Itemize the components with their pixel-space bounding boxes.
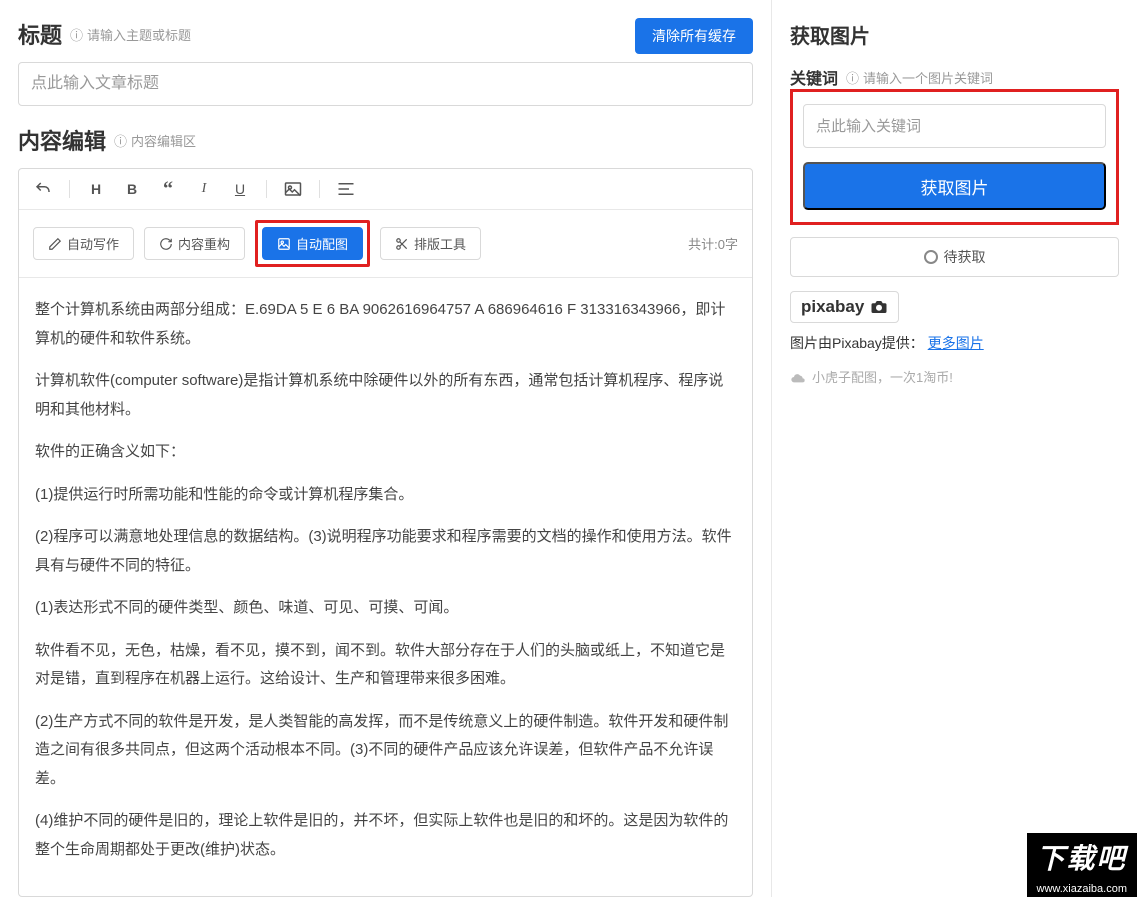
content-paragraph: (2)生产方式不同的软件是开发，是人类智能的高发挥，而不是传统意义上的硬件制造。…	[35, 708, 736, 794]
auto-write-label: 自动写作	[67, 234, 119, 253]
keyword-highlight-panel: 获取图片	[790, 89, 1119, 225]
editor-box: H B “ I U	[18, 168, 753, 897]
underline-icon[interactable]: U	[230, 179, 250, 199]
picture-icon	[277, 237, 291, 251]
more-images-link[interactable]: 更多图片	[928, 335, 984, 351]
watermark-text: 下载吧	[1027, 833, 1137, 881]
title-section-label: 标题	[18, 18, 62, 50]
content-paragraph: (1)表达形式不同的硬件类型、颜色、味道、可见、可摸、可闻。	[35, 594, 736, 623]
keyword-hint: 请输入一个图片关键词	[846, 68, 993, 87]
credit-prefix: 图片由Pixabay提供：	[790, 335, 924, 351]
tip-line: 小虎子配图，一次1淘币!	[790, 367, 1119, 386]
action-toolbar: 自动写作 内容重构 自动配图	[19, 210, 752, 278]
watermark: 下载吧 www.xiazaiba.com	[1027, 833, 1137, 897]
sidebar-panel: 获取图片 关键词 请输入一个图片关键词 获取图片 待获取 pixabay 图片由…	[772, 0, 1137, 897]
auto-image-highlight: 自动配图	[255, 220, 370, 267]
image-credit: 图片由Pixabay提供： 更多图片	[790, 333, 1119, 353]
content-paragraph: 计算机软件(computer software)是指计算机系统中除硬件以外的所有…	[35, 367, 736, 424]
auto-write-button[interactable]: 自动写作	[33, 227, 134, 260]
scissors-icon	[395, 237, 409, 251]
watermark-url: www.xiazaiba.com	[1027, 881, 1137, 897]
bold-icon[interactable]: B	[122, 179, 142, 199]
pencil-icon	[48, 237, 62, 251]
cloud-icon	[790, 371, 806, 383]
auto-image-button[interactable]: 自动配图	[262, 227, 363, 260]
refresh-icon	[159, 237, 173, 251]
quote-icon[interactable]: “	[158, 179, 178, 199]
layout-tool-button[interactable]: 排版工具	[380, 227, 481, 260]
title-section-hint: 请输入主题或标题	[70, 25, 191, 44]
editor-content[interactable]: 整个计算机系统由两部分组成：E.69DA 5 E 6 BA 9062616964…	[19, 278, 752, 896]
main-panel: 标题 请输入主题或标题 清除所有缓存 内容编辑 内容编辑区 H B “ I U	[0, 0, 772, 897]
article-title-input[interactable]	[18, 62, 753, 106]
fetch-image-button[interactable]: 获取图片	[803, 162, 1106, 210]
fetch-image-title: 获取图片	[790, 20, 1119, 49]
status-label: 待获取	[944, 247, 986, 267]
undo-icon[interactable]	[33, 179, 53, 199]
auto-image-label: 自动配图	[296, 234, 348, 253]
heading-icon[interactable]: H	[86, 179, 106, 199]
status-circle-icon	[924, 250, 938, 264]
content-paragraph: 整个计算机系统由两部分组成：E.69DA 5 E 6 BA 9062616964…	[35, 296, 736, 353]
editor-section-label: 内容编辑	[18, 124, 106, 156]
editor-section-hint: 内容编辑区	[114, 131, 196, 150]
content-paragraph: 软件看不见，无色，枯燥，看不见，摸不到，闻不到。软件大部分存在于人们的头脑或纸上…	[35, 637, 736, 694]
content-paragraph: 软件的正确含义如下：	[35, 438, 736, 467]
fetch-status[interactable]: 待获取	[790, 237, 1119, 277]
image-icon[interactable]	[283, 179, 303, 199]
keyword-input[interactable]	[803, 104, 1106, 148]
clear-cache-button[interactable]: 清除所有缓存	[635, 18, 753, 54]
content-restructure-button[interactable]: 内容重构	[144, 227, 245, 260]
format-toolbar: H B “ I U	[19, 169, 752, 210]
keyword-label: 关键词	[790, 65, 838, 89]
content-paragraph: (4)维护不同的硬件是旧的，理论上软件是旧的，并不坏，但实际上软件也是旧的和坏的…	[35, 807, 736, 864]
camera-icon	[870, 300, 888, 314]
word-count: 共计:0字	[688, 234, 738, 253]
align-icon[interactable]	[336, 179, 356, 199]
pixabay-label: pixabay	[801, 297, 864, 317]
content-paragraph: (1)提供运行时所需功能和性能的命令或计算机程序集合。	[35, 481, 736, 510]
italic-icon[interactable]: I	[194, 179, 214, 199]
layout-tool-label: 排版工具	[414, 234, 466, 253]
content-restructure-label: 内容重构	[178, 234, 230, 253]
tip-text: 小虎子配图，一次1淘币!	[812, 367, 953, 386]
content-paragraph: (2)程序可以满意地处理信息的数据结构。(3)说明程序功能要求和程序需要的文档的…	[35, 523, 736, 580]
pixabay-badge: pixabay	[790, 291, 899, 323]
